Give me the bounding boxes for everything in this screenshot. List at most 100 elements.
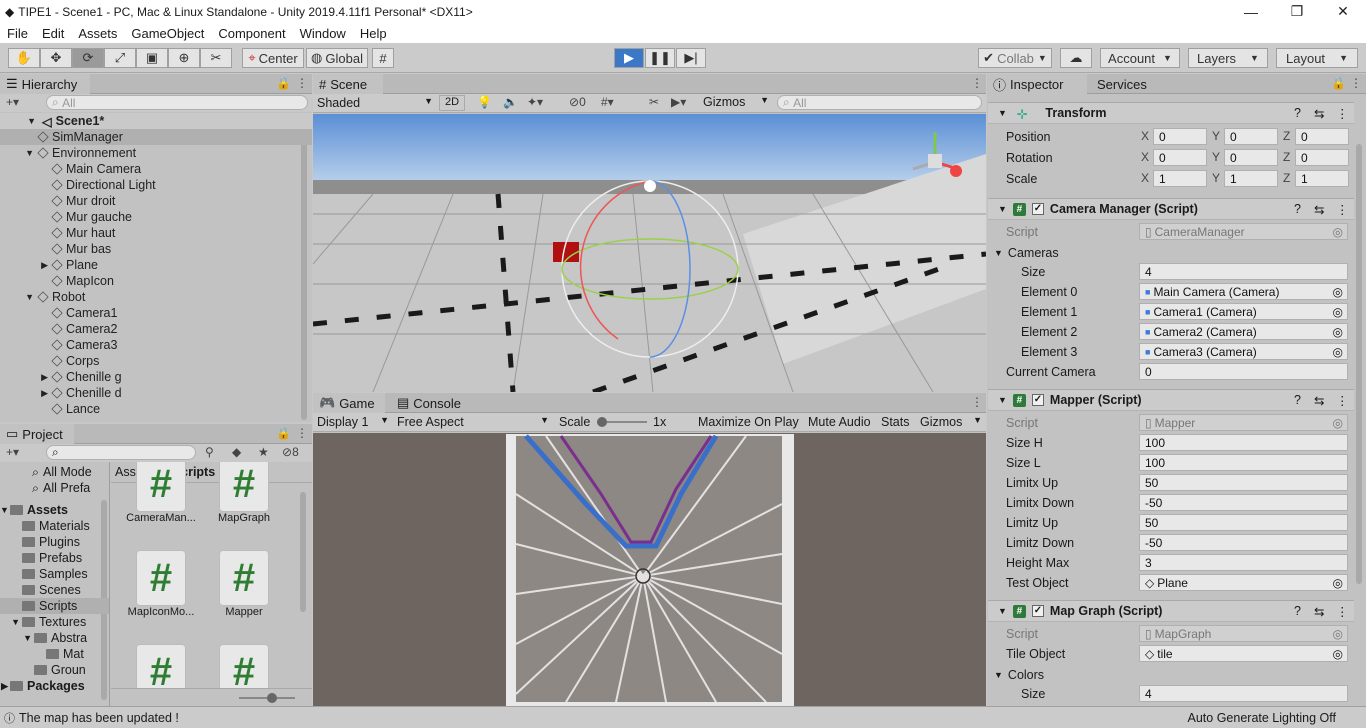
camera-element-field[interactable]: ■ Camera3 (Camera) ◎ [1139, 343, 1348, 360]
component-menu-icon[interactable]: ⋮ [1336, 604, 1349, 619]
effects-icon[interactable]: ✦▾ [527, 95, 543, 109]
minimize-button[interactable]: — [1228, 0, 1274, 23]
transform-scale-y-field[interactable]: 1 [1224, 170, 1278, 187]
mapper-header[interactable]: ▼ # ✓ Mapper (Script) ? ⇆ ⋮ [988, 389, 1354, 411]
map-graph-header[interactable]: ▼ # ✓ Map Graph (Script) ? ⇆ ⋮ [988, 600, 1354, 622]
hierarchy-item[interactable]: ▶ Plane [0, 257, 312, 273]
asset-mapper[interactable]: # Mapper [204, 550, 284, 618]
mapper-field[interactable]: -50 [1139, 534, 1348, 551]
tab-project[interactable]: ▭ Project [0, 424, 74, 444]
rotate-tool-icon[interactable]: ⟳ [72, 48, 104, 68]
gizmos-dropdown[interactable]: Gizmos ▼ [703, 95, 769, 109]
chevron-right-icon[interactable]: ▶ [0, 388, 52, 399]
enabled-checkbox[interactable]: ✓ [1031, 203, 1044, 215]
camera-element-field[interactable]: ■ Main Camera (Camera) ◎ [1139, 283, 1348, 300]
scene-root[interactable]: ▼ ◁ Scene1* [0, 113, 312, 129]
chevron-right-icon[interactable]: ▶ [0, 372, 52, 383]
menu-help[interactable]: Help [353, 26, 394, 41]
grid-toggle-icon[interactable]: #▾ [601, 95, 614, 109]
hidden-packages-icon[interactable]: ⊘8 [282, 445, 299, 459]
project-folder[interactable]: Mat [0, 646, 109, 662]
add-icon[interactable]: +▾ [6, 445, 19, 459]
project-folder[interactable]: ▼ Textures [0, 614, 109, 630]
layout-dropdown[interactable]: Layout ▼ [1276, 48, 1358, 68]
project-folder[interactable]: Materials [0, 518, 109, 534]
favorite-all-prefabs[interactable]: ⌕ All Prefa [0, 480, 109, 496]
help-icon[interactable]: ? [1294, 393, 1301, 407]
project-folder[interactable]: Scripts [0, 598, 109, 614]
shading-dropdown[interactable]: Shaded ▼ [317, 96, 433, 110]
menu-edit[interactable]: Edit [35, 26, 71, 41]
hierarchy-item[interactable]: Mur bas [0, 241, 312, 257]
test-object-field[interactable]: ◇ Plane ◎ [1139, 574, 1348, 591]
tab-scene[interactable]: # Scene [313, 74, 383, 94]
preset-icon[interactable]: ⇆ [1314, 106, 1324, 121]
mapper-field[interactable]: 100 [1139, 454, 1348, 471]
project-folder[interactable]: Samples [0, 566, 109, 582]
tab-services[interactable]: Services [1091, 74, 1171, 94]
enabled-checkbox[interactable]: ✓ [1031, 605, 1044, 617]
rect-tool-icon[interactable]: ▣ [136, 48, 168, 68]
stats-toggle[interactable]: Stats [881, 415, 910, 429]
kebab-menu-icon[interactable]: ⋮ [1350, 76, 1362, 90]
hierarchy-item[interactable]: ▶ Chenille g [0, 369, 312, 385]
lock-icon[interactable]: 🔒 [276, 426, 291, 440]
project-folder[interactable]: ▼ Abstra [0, 630, 109, 646]
kebab-menu-icon[interactable]: ⋮ [971, 395, 983, 409]
object-picker-icon[interactable]: ◎ [1333, 285, 1343, 299]
transform-rotation-y-field[interactable]: 0 [1224, 149, 1278, 166]
project-folder[interactable]: Groun [0, 662, 109, 678]
lighting-status[interactable]: Auto Generate Lighting Off [1188, 711, 1336, 725]
hierarchy-item[interactable]: Camera1 [0, 305, 312, 321]
project-folder[interactable]: Prefabs [0, 550, 109, 566]
transform-tool-icon[interactable]: ⊕ [168, 48, 200, 68]
cameras-foldout[interactable]: ▼ Cameras [994, 244, 1059, 262]
menu-file[interactable]: File [0, 26, 35, 41]
kebab-menu-icon[interactable]: ⋮ [971, 76, 983, 90]
tab-console[interactable]: ▤ Console [391, 393, 471, 413]
project-folder[interactable]: Plugins [0, 534, 109, 550]
lock-icon[interactable]: 🔒 [276, 76, 291, 90]
project-folder[interactable]: ▼ Assets [0, 502, 109, 518]
hierarchy-item[interactable]: Main Camera [0, 161, 312, 177]
transform-rotation-x-field[interactable]: 0 [1153, 149, 1207, 166]
asset-mapgraph[interactable]: # MapGraph [204, 462, 284, 524]
preset-icon[interactable]: ⇆ [1314, 393, 1324, 408]
asset-cameramanager[interactable]: # CameraMan... [121, 462, 201, 524]
transform-scale-z-field[interactable]: 1 [1295, 170, 1349, 187]
mapper-field[interactable]: -50 [1139, 494, 1348, 511]
chevron-right-icon[interactable]: ▶ [0, 681, 10, 692]
menu-component[interactable]: Component [211, 26, 292, 41]
chevron-right-icon[interactable]: ▶ [0, 260, 52, 271]
kebab-menu-icon[interactable]: ⋮ [296, 426, 308, 440]
transform-header[interactable]: ▼ ⊹ Transform ? ⇆ ⋮ [988, 102, 1354, 124]
favorite-all-models[interactable]: ⌕ All Mode [0, 464, 109, 480]
project-search-input[interactable]: ⌕ [46, 445, 196, 460]
transform-position-z-field[interactable]: 0 [1295, 128, 1349, 145]
lighting-icon[interactable]: 💡 [477, 95, 492, 109]
pivot-global-button[interactable]: ◍ Global [306, 48, 368, 68]
pause-button[interactable]: ❚❚ [645, 48, 675, 68]
star-icon[interactable]: ★ [258, 445, 269, 459]
hierarchy-item[interactable]: Directional Light [0, 177, 312, 193]
snap-grid-icon[interactable]: # [372, 48, 394, 68]
camera-manager-header[interactable]: ▼ # ✓ Camera Manager (Script) ? ⇆ ⋮ [988, 198, 1354, 220]
kebab-menu-icon[interactable]: ⋮ [296, 76, 308, 90]
hierarchy-item[interactable]: Mur haut [0, 225, 312, 241]
transform-position-y-field[interactable]: 0 [1224, 128, 1278, 145]
hierarchy-item[interactable]: Mur droit [0, 193, 312, 209]
layers-dropdown[interactable]: Layers ▼ [1188, 48, 1268, 68]
hierarchy-item[interactable]: Mur gauche [0, 209, 312, 225]
cloud-icon[interactable]: ☁ [1060, 48, 1092, 68]
2d-toggle[interactable]: 2D [439, 95, 465, 111]
help-icon[interactable]: ? [1294, 604, 1301, 618]
close-button[interactable]: ✕ [1320, 0, 1366, 23]
hierarchy-search-input[interactable]: ⌕ All [46, 95, 308, 110]
add-icon[interactable]: +▾ [6, 95, 19, 109]
hierarchy-item[interactable]: Camera3 [0, 337, 312, 353]
camera-element-field[interactable]: ■ Camera2 (Camera) ◎ [1139, 323, 1348, 340]
chevron-down-icon[interactable]: ▼ [0, 292, 38, 302]
icon-size-slider[interactable] [239, 693, 295, 703]
hierarchy-item[interactable]: Lance [0, 401, 312, 417]
play-button[interactable]: ▶ [614, 48, 644, 68]
